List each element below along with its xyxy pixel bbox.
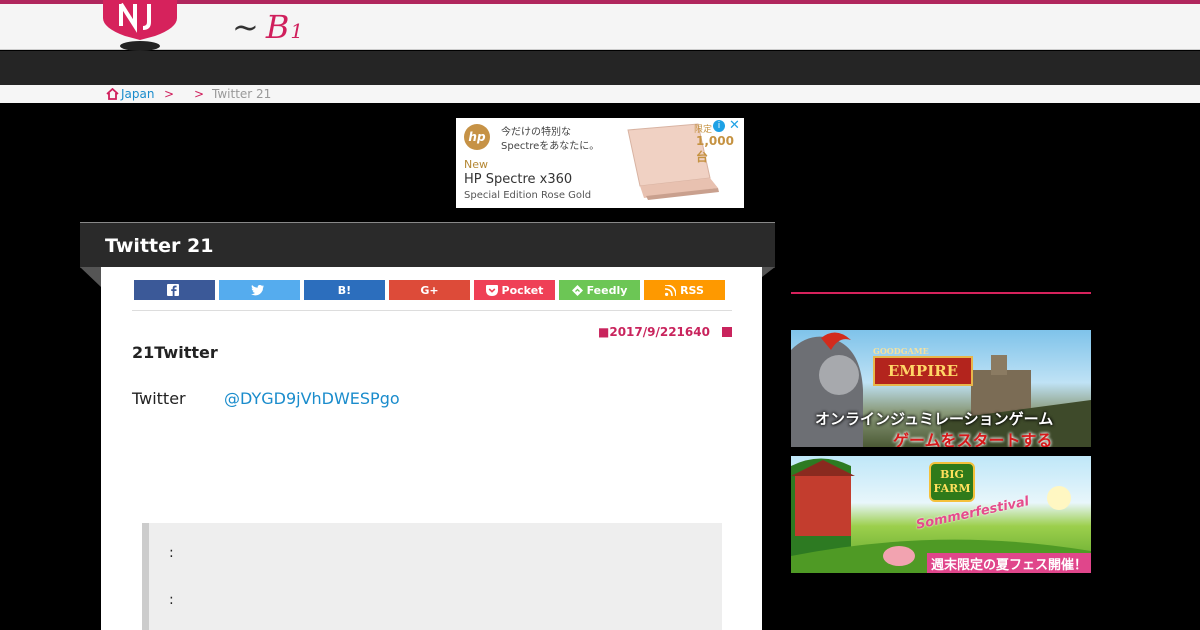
site-logo-icon[interactable] bbox=[101, 0, 179, 52]
breadcrumb-separator: > bbox=[194, 87, 205, 101]
title-fold-right bbox=[762, 267, 775, 277]
ad-model: HP Spectre x360 bbox=[464, 172, 573, 187]
quote-line: : bbox=[169, 592, 174, 608]
share-rss-button[interactable]: RSS bbox=[644, 280, 725, 300]
share-facebook-button[interactable] bbox=[134, 280, 215, 300]
breadcrumb: Japan > > Twitter 21 bbox=[0, 85, 1200, 103]
ad-close-icon[interactable]: ✕ bbox=[729, 118, 740, 133]
breadcrumb-home-link[interactable]: Japan bbox=[106, 87, 154, 101]
hatena-icon: B! bbox=[337, 283, 352, 297]
logo-letter: B bbox=[265, 8, 291, 46]
post-text: Twitter bbox=[132, 389, 186, 408]
banner2-brand: BIG FARM bbox=[929, 462, 975, 502]
share-twitter-button[interactable] bbox=[219, 280, 300, 300]
facebook-icon bbox=[166, 284, 179, 296]
banner1-text: オンラインジュミレーションゲーム bbox=[815, 410, 1054, 428]
pocket-icon bbox=[485, 284, 498, 296]
goodgame-empire-ad[interactable]: GOODGAME EMPIRE オンラインジュミレーションゲーム ゲームをスター… bbox=[791, 330, 1091, 447]
page-title: Twitter 21 bbox=[105, 235, 214, 257]
breadcrumb-home-label: Japan bbox=[121, 87, 155, 101]
share-label: RSS bbox=[680, 283, 704, 297]
sidebar-divider bbox=[791, 292, 1091, 294]
ad-limit-count: 1,000台 bbox=[696, 134, 734, 164]
site-logo-text[interactable]: ~ B1 bbox=[232, 8, 304, 46]
googleplus-icon: G+ bbox=[420, 283, 439, 297]
share-pocket-button[interactable]: Pocket bbox=[474, 280, 555, 300]
logo-sub: 1 bbox=[290, 19, 305, 43]
logo-tilde: ~ bbox=[232, 8, 260, 46]
bigfarm-ad[interactable]: BIG FARM Sommerfestival 週末限定の夏フェス開催！ bbox=[791, 456, 1091, 573]
banner1-brand-top: GOODGAME bbox=[873, 346, 929, 356]
share-divider bbox=[132, 310, 732, 311]
blockquote: : : bbox=[142, 523, 722, 630]
quote-line: : bbox=[169, 545, 174, 561]
ad-copy: 今だけの特別な Spectreをあなたに。 bbox=[501, 127, 600, 152]
title-fold-left bbox=[80, 267, 101, 287]
date-marker-icon bbox=[722, 327, 732, 337]
post-heading: 21Twitter bbox=[132, 343, 218, 362]
feedly-icon bbox=[571, 284, 583, 296]
share-buttons: B! G+ Pocket Feedly RSS bbox=[134, 280, 726, 300]
rss-icon bbox=[665, 284, 677, 296]
site-header: ~ B1 bbox=[0, 0, 1200, 51]
banner1-brand: EMPIRE bbox=[873, 356, 973, 386]
share-label: Pocket bbox=[501, 283, 544, 297]
share-label: Feedly bbox=[586, 283, 628, 297]
twitter-handle-link[interactable]: @DYGD9jVhDWESPgo bbox=[224, 389, 400, 408]
ad-info-icon[interactable]: i bbox=[713, 120, 725, 132]
top-ad-banner[interactable]: hp 今だけの特別な Spectreをあなたに。 New HP Spectre … bbox=[456, 118, 744, 208]
share-googleplus-button[interactable]: G+ bbox=[389, 280, 470, 300]
article-title-bar: Twitter 21 bbox=[80, 222, 775, 268]
ad-edition: Special Edition Rose Gold bbox=[464, 190, 592, 201]
breadcrumb-separator: > bbox=[164, 87, 175, 101]
article-body: B! G+ Pocket Feedly RSS ■2017/9/221640 2… bbox=[101, 267, 762, 630]
share-feedly-button[interactable]: Feedly bbox=[559, 280, 640, 300]
twitter-icon bbox=[251, 284, 264, 295]
global-nav-bar bbox=[0, 51, 1200, 85]
share-hatena-button[interactable]: B! bbox=[304, 280, 385, 300]
ad-new-label: New bbox=[464, 158, 488, 171]
home-icon bbox=[106, 88, 119, 100]
post-date: ■2017/9/221640 bbox=[598, 325, 710, 339]
banner2-cta: 週末限定の夏フェス開催！ bbox=[927, 553, 1091, 573]
breadcrumb-current: Twitter 21 bbox=[212, 87, 272, 101]
banner1-cta: ゲームをスタートする bbox=[893, 431, 1053, 447]
hp-logo-icon: hp bbox=[464, 124, 490, 150]
